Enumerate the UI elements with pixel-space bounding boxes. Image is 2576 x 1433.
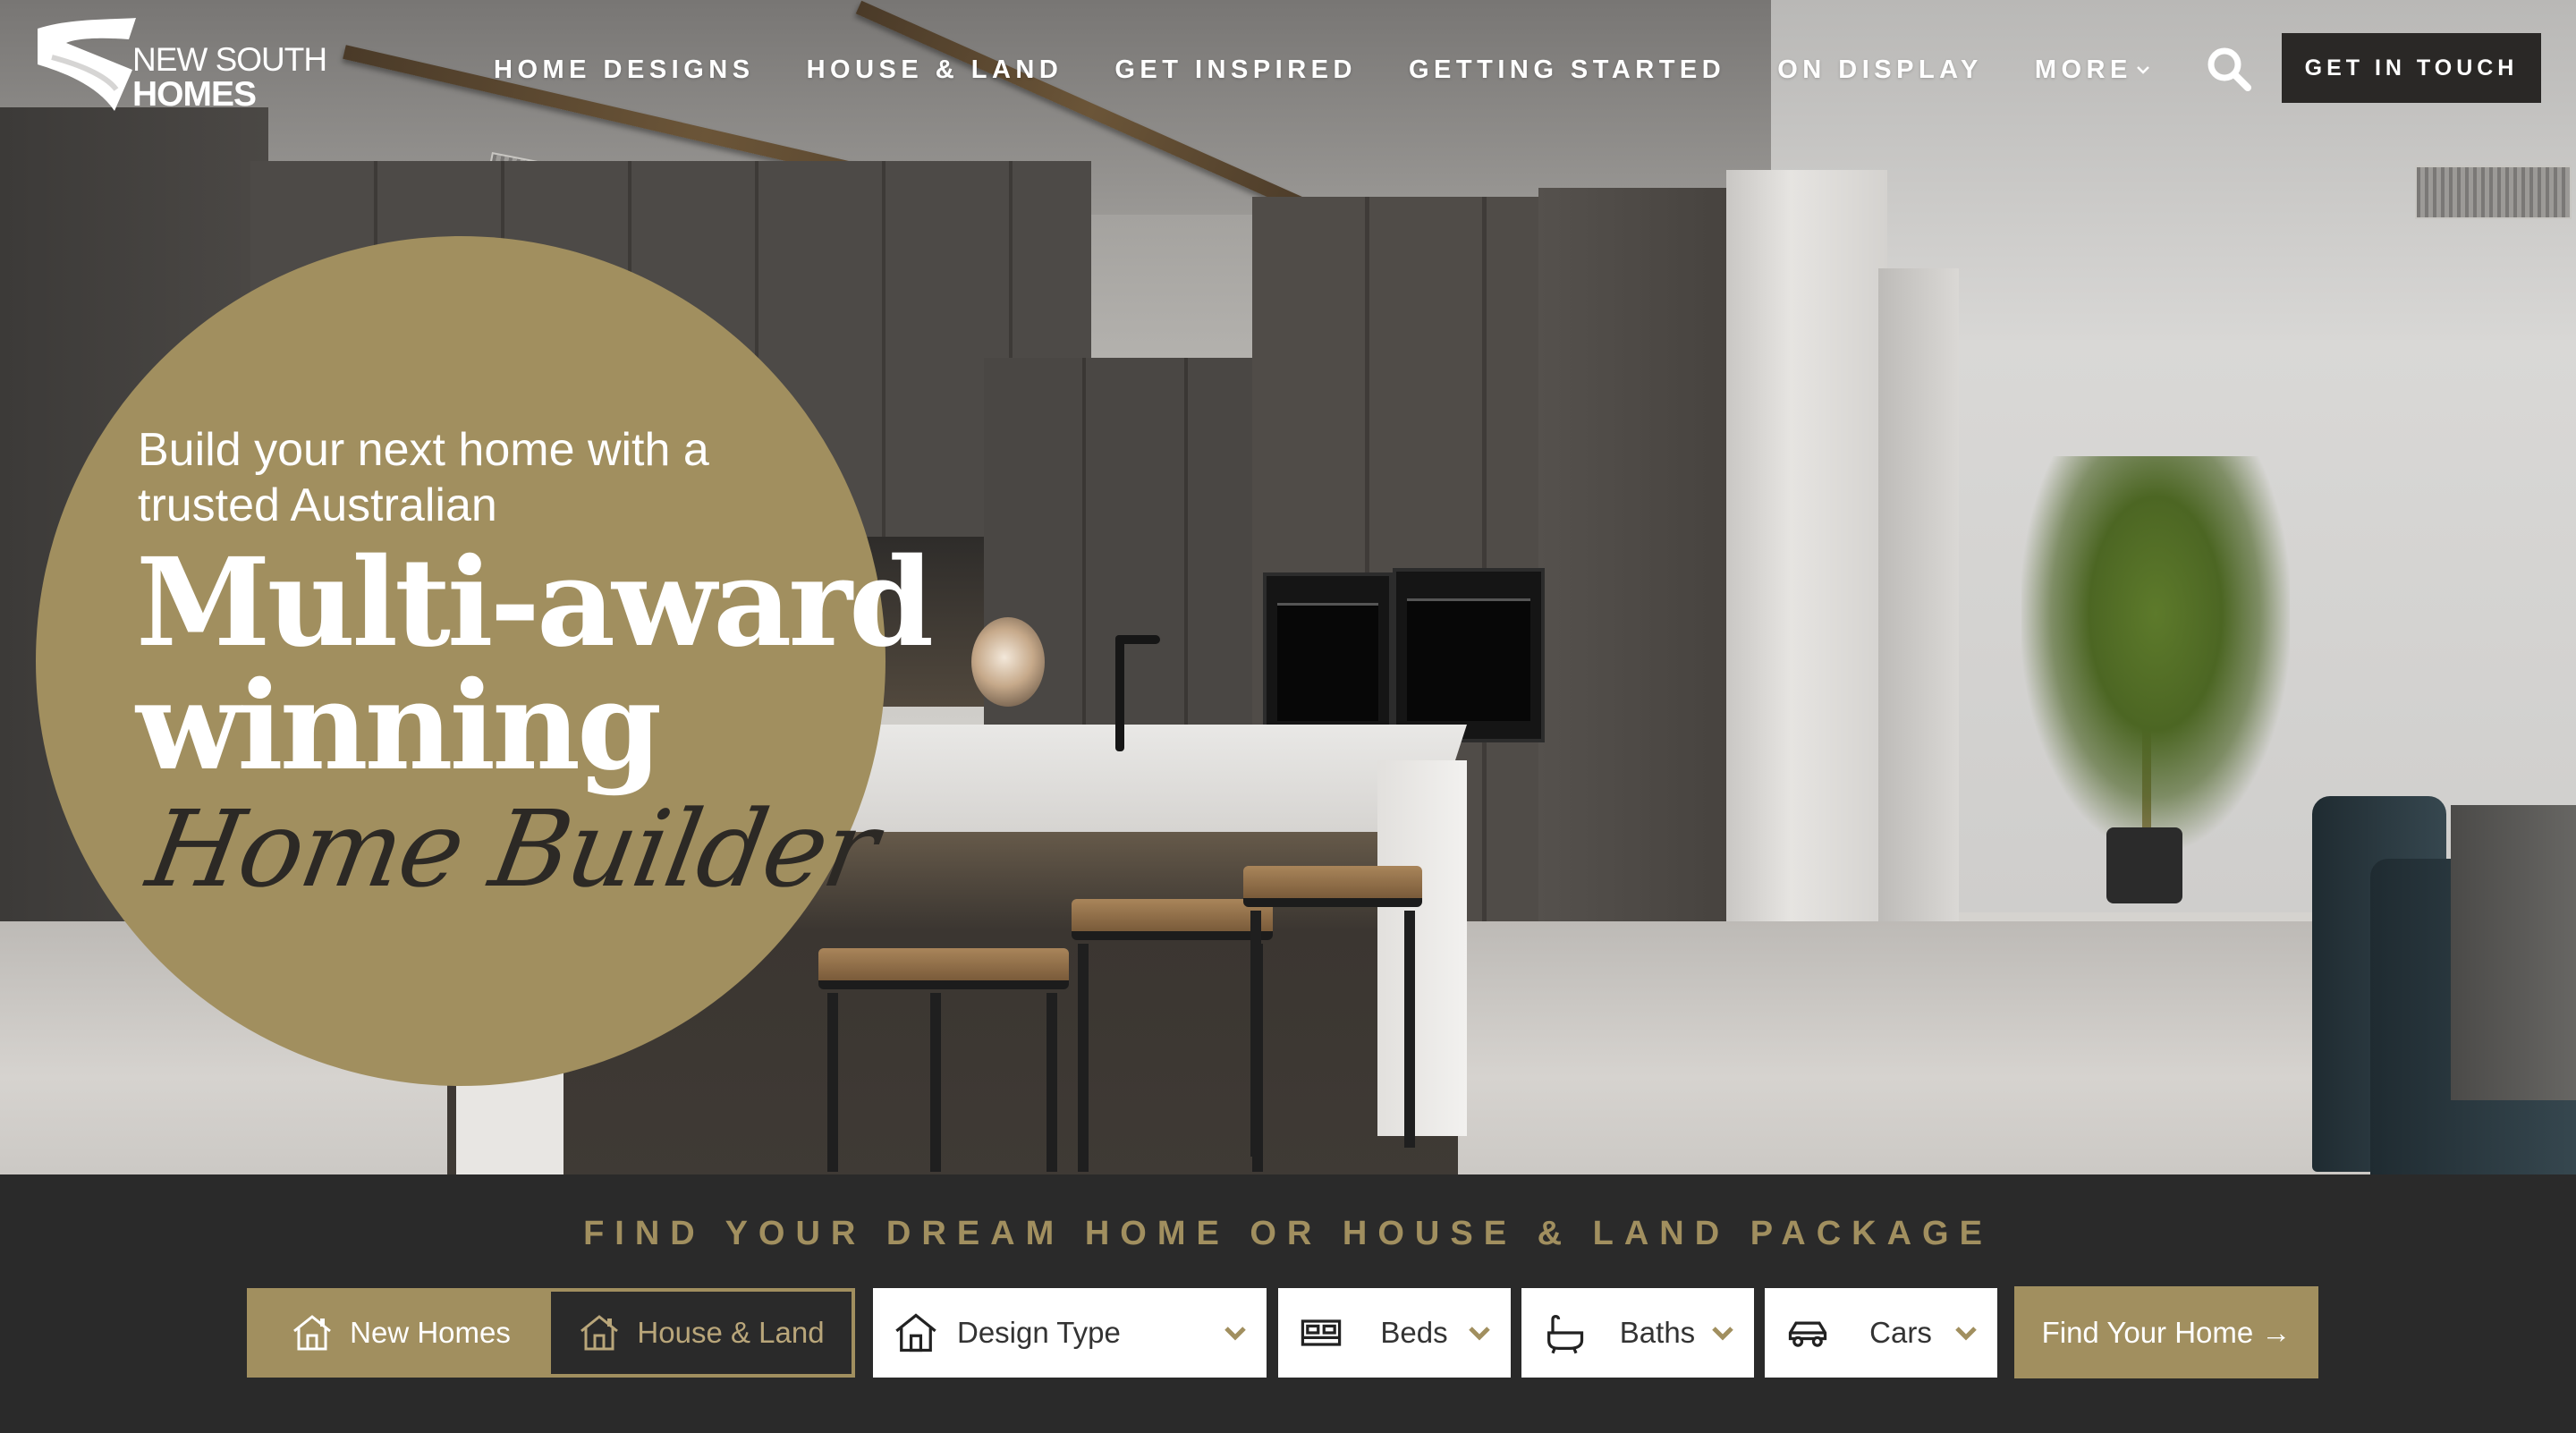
logo-text-line2: HOMES	[132, 75, 257, 114]
chevron-down-icon	[1224, 1327, 1246, 1341]
car-icon	[1788, 1321, 1827, 1347]
house-icon	[293, 1315, 332, 1351]
home-type-toggle: New Homes House & Land	[247, 1288, 855, 1378]
toggle-house-land[interactable]: House & Land	[551, 1292, 852, 1374]
nav-item-getting-started[interactable]: GETTING STARTED	[1409, 54, 1725, 86]
get-in-touch-button[interactable]: GET IN TOUCH	[2282, 33, 2541, 103]
decorative-vase	[971, 617, 1045, 707]
bar-stool	[1072, 899, 1273, 940]
oven	[1263, 572, 1393, 742]
bar-stool	[818, 948, 1069, 989]
tap-spout	[1115, 635, 1160, 644]
bath-icon	[1547, 1314, 1584, 1354]
toggle-new-homes[interactable]: New Homes	[250, 1292, 551, 1374]
finder-title: FIND YOUR DREAM HOME OR HOUSE & LAND PAC…	[583, 1215, 1993, 1252]
search-button[interactable]	[2205, 45, 2255, 95]
oven	[1393, 568, 1545, 742]
stool-leg	[930, 993, 941, 1172]
tap	[1115, 635, 1124, 751]
chevron-down-icon	[1469, 1327, 1490, 1341]
toggle-new-homes-label: New Homes	[350, 1316, 511, 1349]
stool-leg	[1250, 911, 1261, 1157]
cars-select[interactable]: Cars	[1765, 1288, 1997, 1378]
chevron-down-icon	[1712, 1327, 1733, 1341]
logo-text-line1: NEW SOUTH	[132, 41, 327, 78]
nav-item-more[interactable]: MORE	[2035, 54, 2150, 86]
bed-icon	[1301, 1319, 1342, 1346]
dining-table	[2451, 805, 2576, 1100]
potted-plant	[2021, 456, 2290, 850]
baths-label: Baths	[1619, 1316, 1696, 1349]
hero-tagline: Build your next home with a trusted Aust…	[138, 424, 709, 531]
nav-item-get-inspired[interactable]: GET INSPIRED	[1114, 54, 1357, 86]
plant-pot	[2106, 827, 2182, 903]
nav-more-label: MORE	[2034, 55, 2132, 84]
logo-mark-icon	[38, 18, 136, 111]
nav-item-house-land[interactable]: HOUSE & LAND	[807, 54, 1063, 86]
stool-leg	[1078, 944, 1089, 1172]
chevron-down-icon	[1955, 1327, 1977, 1341]
hero-script-text: Home Builder	[139, 787, 886, 911]
island-end	[1377, 760, 1467, 1136]
bar-stool	[1243, 866, 1422, 907]
house-icon	[895, 1313, 936, 1352]
nav-item-on-display[interactable]: ON DISPLAY	[1777, 54, 1983, 86]
ceiling-vent	[2415, 165, 2572, 219]
cars-label: Cars	[1869, 1316, 1932, 1349]
beds-label: Beds	[1380, 1316, 1448, 1349]
toggle-house-land-label: House & Land	[637, 1316, 825, 1349]
brand-logo[interactable]: NEW SOUTH HOMES	[34, 16, 329, 114]
stool-leg	[1404, 911, 1415, 1148]
beds-select[interactable]: Beds	[1278, 1288, 1511, 1378]
house-icon	[580, 1315, 619, 1351]
stool-leg	[1046, 993, 1057, 1172]
stool-leg	[827, 993, 838, 1172]
site-header: NEW SOUTH HOMES HOME DESIGNS HOUSE & LAN…	[0, 0, 2576, 134]
chevron-down-icon	[2136, 66, 2149, 74]
hero-headline: Multi-award winning	[136, 531, 934, 798]
tall-cabinet-right	[1538, 188, 1726, 993]
search-icon	[2207, 47, 2251, 91]
hero-headline-line1: Multi-award	[136, 531, 934, 674]
hero-headline-line2: winning	[136, 655, 662, 798]
baths-select[interactable]: Baths	[1521, 1288, 1754, 1378]
nav-item-home-designs[interactable]: HOME DESIGNS	[494, 54, 755, 86]
design-type-select[interactable]: Design Type	[873, 1288, 1267, 1378]
design-type-label: Design Type	[957, 1316, 1121, 1349]
find-your-home-button[interactable]: Find Your Home →	[2014, 1286, 2318, 1378]
main-nav: HOME DESIGNS HOUSE & LAND GET INSPIRED G…	[494, 54, 2202, 86]
